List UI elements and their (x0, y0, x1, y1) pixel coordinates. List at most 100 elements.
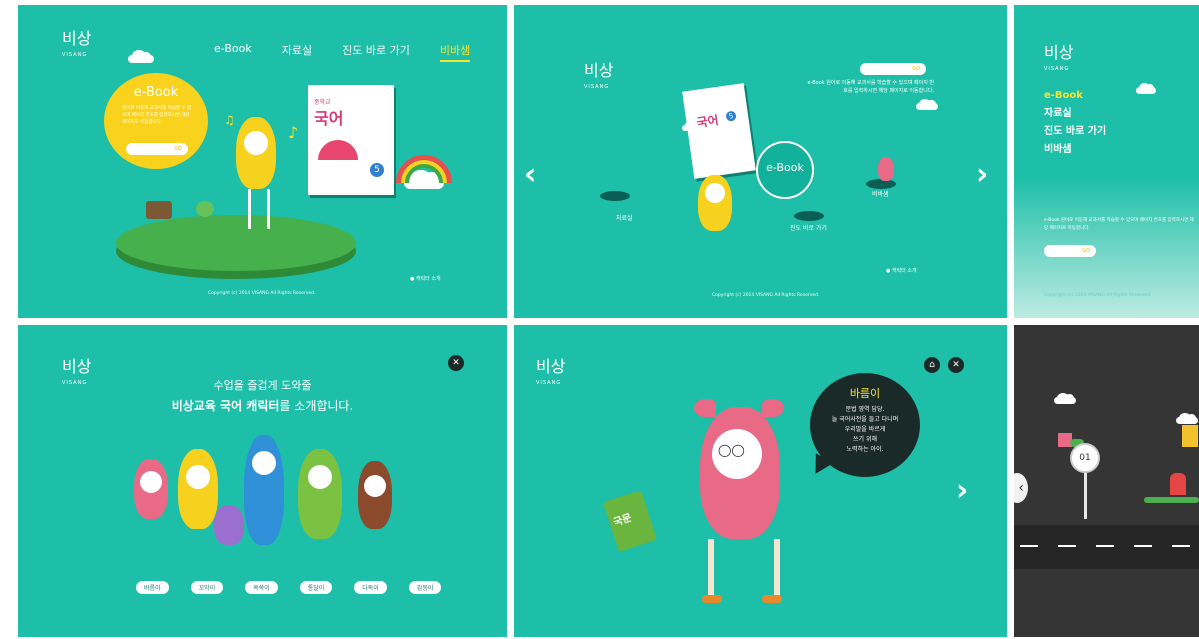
close-icon[interactable]: ✕ (448, 355, 464, 371)
ebook-circle-button[interactable]: e-Book (756, 141, 814, 199)
visang-logo[interactable]: 비상 VISANG (536, 359, 565, 391)
character-name-chips: 바름이 꼬막이 쏙쏙이 통달이 다독이 감동이 (136, 581, 442, 594)
menu-library[interactable]: 자료실 (1044, 105, 1106, 123)
nav-ebook[interactable]: e-Book (214, 42, 252, 62)
library-label[interactable]: 자료실 (616, 215, 633, 223)
panel-character-detail: 비상 VISANG ⌂ ✕ 바름이 문법 영역 담당. 늘 국어사전을 들고 다니… (514, 325, 1007, 637)
nav-progress[interactable]: 진도 바로 가기 (342, 42, 410, 62)
stop-pole (1084, 473, 1087, 519)
pig-ear-icon (694, 399, 716, 417)
chip-bareumi[interactable]: 바름이 (136, 581, 169, 594)
nav-library[interactable]: 자료실 (282, 42, 312, 62)
chip-dadoki[interactable]: 다독이 (354, 581, 387, 594)
book-title: 국어 (314, 109, 344, 128)
umbrella-illustration (318, 140, 358, 160)
progress-hole[interactable] (794, 211, 824, 221)
yellow-character[interactable] (236, 117, 276, 229)
ebook-bubble-text: 원어로 이동해 교과서를 학습할 수 있으며 페이지 번호를 입력하시면 해당 … (122, 106, 192, 125)
visang-logo[interactable]: 비상 VISANG (62, 31, 91, 63)
glasses-icon: ◯◯ (718, 443, 745, 457)
progress-label[interactable]: 진도 바로 가기 (790, 225, 827, 233)
vivasam-hole[interactable] (866, 179, 896, 189)
floating-island (116, 215, 356, 271)
character-legs (248, 189, 270, 229)
shoe (762, 595, 782, 603)
intro-heading-line2: 비상교육 국어 캐릭터를 소개합니다. (171, 399, 354, 413)
music-note-icon: ♫ (224, 113, 235, 127)
ebook-circle-label: e-Book (766, 161, 804, 174)
library-hole[interactable] (600, 191, 630, 201)
copyright: Copyright (c) 2014 VISANG All Rights Res… (712, 293, 820, 298)
music-note-icon: ♪ (288, 123, 299, 142)
textbook-cover[interactable]: 국어 5 (682, 83, 756, 179)
page-go-input[interactable]: GO (860, 63, 926, 75)
mobile-menu: e-Book 자료실 진도 바로 가기 비바샘 (1044, 87, 1106, 159)
cloud (128, 50, 154, 63)
panel-main-alt: 비상 VISANG GO e-Book 원어로 이동해 교과서를 학습할 수 있으… (514, 5, 1007, 318)
nav-vivasam[interactable]: 비바샘 (439, 42, 471, 62)
character-face (252, 451, 276, 475)
yellow-character[interactable] (698, 175, 732, 235)
copyright: Copyright (c) 2014 VISANG All Rights Res… (208, 291, 316, 296)
close-icon[interactable]: ✕ (948, 357, 964, 373)
building-icon (1182, 425, 1198, 447)
char-ssokssoki[interactable] (214, 505, 244, 545)
top-nav: e-Book 자료실 진도 바로 가기 비바샘 (214, 42, 471, 62)
page-go-input[interactable]: GO (1044, 245, 1096, 257)
menu-progress[interactable]: 진도 바로 가기 (1044, 123, 1106, 141)
character-face (705, 183, 725, 203)
chip-gamdongi[interactable]: 감동이 (408, 581, 442, 594)
mailbox-icon (1170, 473, 1186, 495)
panel-road-scene: ‹ 01 (1014, 325, 1199, 637)
vivasam-label[interactable]: 비바샘 (872, 191, 889, 199)
visang-logo[interactable]: 비상 VISANG (584, 63, 613, 95)
dictionary-book-text: 국문 (612, 512, 634, 529)
char-kkomagi[interactable] (178, 449, 218, 529)
character-face (244, 131, 268, 155)
road (1014, 525, 1199, 569)
avatar-icon: ● (410, 276, 415, 282)
character-face (308, 465, 332, 489)
left-arrow-button[interactable]: ‹ (1014, 473, 1028, 503)
signboard (146, 201, 172, 219)
character-intro-link[interactable]: ● 캐릭터 소개 (886, 267, 917, 274)
dictionary-book: 국문 (602, 490, 658, 552)
road-lane-markings (1020, 545, 1199, 547)
shoe (702, 595, 722, 603)
cloud (1136, 82, 1156, 94)
character-face (186, 465, 210, 489)
next-arrow[interactable]: › (976, 157, 988, 192)
ebook-description: e-Book 원어로 이동해 교과서를 학습할 수 있으며 페이지 번호를 입력… (1044, 218, 1194, 231)
next-arrow[interactable]: › (956, 473, 968, 508)
panel-character-intro: 비상 VISANG ✕ 수업을 즐겁게 도와줄 비상교육 국어 캐릭터를 소개합니… (18, 325, 507, 637)
copyright: Copyright (c) 2014 VISANG All Rights Res… (1044, 293, 1152, 298)
pink-character-small (878, 157, 894, 181)
chip-tongdari[interactable]: 통달이 (299, 581, 333, 594)
visang-logo[interactable]: 비상 VISANG (1044, 45, 1073, 77)
intro-heading-line1: 수업을 즐겁게 도와줄 (213, 379, 312, 392)
character-description: 문법 영역 담당. 늘 국어사전을 들고 다니며 우리말을 바르게 쓰기 위해 … (831, 406, 899, 453)
cloud (1054, 392, 1076, 404)
chip-ssokssoki[interactable]: 쏙쏙이 (245, 581, 278, 594)
textbook-cover[interactable]: 중학교 국어 5 (308, 85, 394, 195)
chip-kkomagi[interactable]: 꼬막이 (190, 581, 224, 594)
book-number: 5 (370, 163, 384, 177)
menu-vivasam[interactable]: 비바샘 (1044, 141, 1106, 159)
menu-ebook[interactable]: e-Book (1044, 87, 1106, 105)
cloud (916, 98, 938, 110)
character-name: 바름이 (849, 387, 881, 400)
character-intro-link[interactable]: ● 캐릭터 소개 (410, 275, 441, 282)
prev-arrow[interactable]: ‹ (524, 157, 536, 192)
grass-strip (1144, 497, 1199, 503)
stop-sign[interactable]: 01 (1070, 443, 1100, 473)
character-legs (708, 539, 780, 599)
home-icon[interactable]: ⌂ (924, 357, 940, 373)
panel-main-home: 비상 VISANG e-Book 자료실 진도 바로 가기 비바샘 e-Book … (18, 5, 507, 318)
cloud (1176, 412, 1198, 424)
panel-mobile-menu: 비상 VISANG e-Book 자료실 진도 바로 가기 비바샘 e-Book … (1014, 5, 1199, 318)
pig-ear-icon (762, 399, 784, 417)
char-dadoki[interactable] (298, 449, 342, 539)
page-go-input[interactable]: GO (126, 143, 188, 155)
character-face (364, 475, 386, 497)
book-number: 5 (725, 110, 737, 122)
